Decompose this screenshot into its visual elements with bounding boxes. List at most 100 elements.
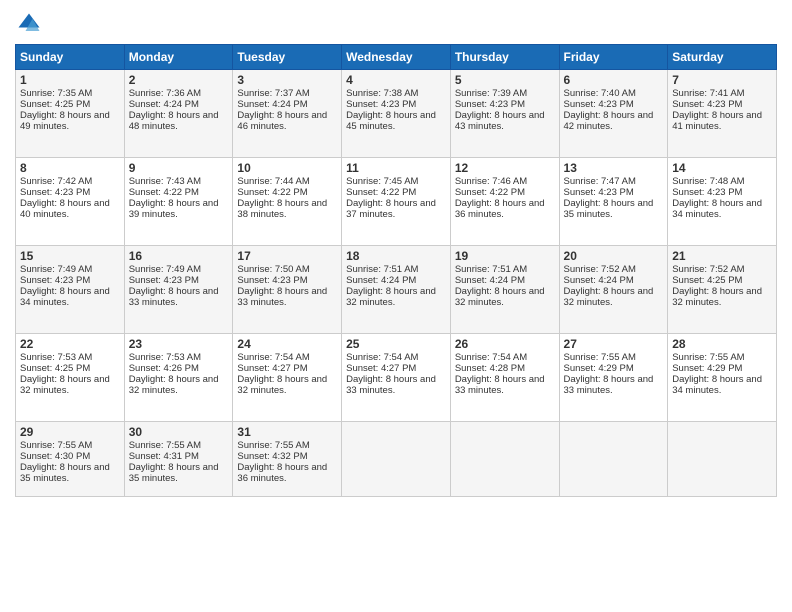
daylight-label: Daylight: 8 hours and 36 minutes. bbox=[237, 462, 327, 484]
sunset-label: Sunset: 4:24 PM bbox=[129, 99, 199, 110]
daylight-label: Daylight: 8 hours and 34 minutes. bbox=[672, 198, 762, 220]
header bbox=[15, 10, 777, 38]
sunrise-label: Sunrise: 7:37 AM bbox=[237, 88, 309, 99]
sunrise-label: Sunrise: 7:51 AM bbox=[455, 264, 527, 275]
sunset-label: Sunset: 4:27 PM bbox=[346, 363, 416, 374]
day-number: 7 bbox=[672, 73, 772, 87]
calendar-cell: 5Sunrise: 7:39 AMSunset: 4:23 PMDaylight… bbox=[450, 70, 559, 158]
day-number: 21 bbox=[672, 249, 772, 263]
calendar-table: SundayMondayTuesdayWednesdayThursdayFrid… bbox=[15, 44, 777, 497]
sunrise-label: Sunrise: 7:52 AM bbox=[672, 264, 744, 275]
sunrise-label: Sunrise: 7:47 AM bbox=[564, 176, 636, 187]
day-number: 29 bbox=[20, 425, 120, 439]
weekday-header: Monday bbox=[124, 45, 233, 70]
calendar-cell: 24Sunrise: 7:54 AMSunset: 4:27 PMDayligh… bbox=[233, 334, 342, 422]
day-number: 18 bbox=[346, 249, 446, 263]
calendar-cell: 4Sunrise: 7:38 AMSunset: 4:23 PMDaylight… bbox=[342, 70, 451, 158]
calendar-cell: 3Sunrise: 7:37 AMSunset: 4:24 PMDaylight… bbox=[233, 70, 342, 158]
calendar-cell: 7Sunrise: 7:41 AMSunset: 4:23 PMDaylight… bbox=[668, 70, 777, 158]
calendar-header-row: SundayMondayTuesdayWednesdayThursdayFrid… bbox=[16, 45, 777, 70]
daylight-label: Daylight: 8 hours and 32 minutes. bbox=[672, 286, 762, 308]
calendar-cell: 10Sunrise: 7:44 AMSunset: 4:22 PMDayligh… bbox=[233, 158, 342, 246]
day-number: 31 bbox=[237, 425, 337, 439]
sunset-label: Sunset: 4:25 PM bbox=[20, 363, 90, 374]
sunset-label: Sunset: 4:23 PM bbox=[20, 275, 90, 286]
daylight-label: Daylight: 8 hours and 33 minutes. bbox=[455, 374, 545, 396]
sunset-label: Sunset: 4:23 PM bbox=[237, 275, 307, 286]
day-number: 3 bbox=[237, 73, 337, 87]
sunset-label: Sunset: 4:23 PM bbox=[672, 99, 742, 110]
daylight-label: Daylight: 8 hours and 38 minutes. bbox=[237, 198, 327, 220]
sunrise-label: Sunrise: 7:55 AM bbox=[564, 352, 636, 363]
daylight-label: Daylight: 8 hours and 36 minutes. bbox=[455, 198, 545, 220]
sunrise-label: Sunrise: 7:51 AM bbox=[346, 264, 418, 275]
day-number: 1 bbox=[20, 73, 120, 87]
daylight-label: Daylight: 8 hours and 33 minutes. bbox=[237, 286, 327, 308]
daylight-label: Daylight: 8 hours and 42 minutes. bbox=[564, 110, 654, 132]
sunset-label: Sunset: 4:26 PM bbox=[129, 363, 199, 374]
daylight-label: Daylight: 8 hours and 32 minutes. bbox=[564, 286, 654, 308]
day-number: 4 bbox=[346, 73, 446, 87]
sunrise-label: Sunrise: 7:42 AM bbox=[20, 176, 92, 187]
sunset-label: Sunset: 4:23 PM bbox=[455, 99, 525, 110]
sunrise-label: Sunrise: 7:49 AM bbox=[129, 264, 201, 275]
calendar-cell: 22Sunrise: 7:53 AMSunset: 4:25 PMDayligh… bbox=[16, 334, 125, 422]
sunset-label: Sunset: 4:23 PM bbox=[129, 275, 199, 286]
sunrise-label: Sunrise: 7:44 AM bbox=[237, 176, 309, 187]
sunset-label: Sunset: 4:28 PM bbox=[455, 363, 525, 374]
sunrise-label: Sunrise: 7:52 AM bbox=[564, 264, 636, 275]
day-number: 27 bbox=[564, 337, 664, 351]
sunrise-label: Sunrise: 7:53 AM bbox=[129, 352, 201, 363]
sunrise-label: Sunrise: 7:53 AM bbox=[20, 352, 92, 363]
daylight-label: Daylight: 8 hours and 35 minutes. bbox=[20, 462, 110, 484]
calendar-cell: 14Sunrise: 7:48 AMSunset: 4:23 PMDayligh… bbox=[668, 158, 777, 246]
sunset-label: Sunset: 4:24 PM bbox=[455, 275, 525, 286]
calendar-week-row: 29Sunrise: 7:55 AMSunset: 4:30 PMDayligh… bbox=[16, 422, 777, 497]
sunset-label: Sunset: 4:27 PM bbox=[237, 363, 307, 374]
sunrise-label: Sunrise: 7:55 AM bbox=[237, 440, 309, 451]
sunset-label: Sunset: 4:22 PM bbox=[346, 187, 416, 198]
sunset-label: Sunset: 4:30 PM bbox=[20, 451, 90, 462]
sunrise-label: Sunrise: 7:55 AM bbox=[672, 352, 744, 363]
day-number: 6 bbox=[564, 73, 664, 87]
sunrise-label: Sunrise: 7:45 AM bbox=[346, 176, 418, 187]
calendar-cell: 31Sunrise: 7:55 AMSunset: 4:32 PMDayligh… bbox=[233, 422, 342, 497]
day-number: 12 bbox=[455, 161, 555, 175]
calendar-cell: 11Sunrise: 7:45 AMSunset: 4:22 PMDayligh… bbox=[342, 158, 451, 246]
daylight-label: Daylight: 8 hours and 32 minutes. bbox=[129, 374, 219, 396]
sunset-label: Sunset: 4:23 PM bbox=[346, 99, 416, 110]
weekday-header: Sunday bbox=[16, 45, 125, 70]
sunset-label: Sunset: 4:31 PM bbox=[129, 451, 199, 462]
sunset-label: Sunset: 4:23 PM bbox=[564, 99, 634, 110]
sunset-label: Sunset: 4:25 PM bbox=[20, 99, 90, 110]
calendar-cell: 27Sunrise: 7:55 AMSunset: 4:29 PMDayligh… bbox=[559, 334, 668, 422]
weekday-header: Thursday bbox=[450, 45, 559, 70]
sunset-label: Sunset: 4:22 PM bbox=[129, 187, 199, 198]
daylight-label: Daylight: 8 hours and 40 minutes. bbox=[20, 198, 110, 220]
calendar-cell: 8Sunrise: 7:42 AMSunset: 4:23 PMDaylight… bbox=[16, 158, 125, 246]
calendar-cell: 15Sunrise: 7:49 AMSunset: 4:23 PMDayligh… bbox=[16, 246, 125, 334]
daylight-label: Daylight: 8 hours and 48 minutes. bbox=[129, 110, 219, 132]
day-number: 13 bbox=[564, 161, 664, 175]
weekday-header: Friday bbox=[559, 45, 668, 70]
sunrise-label: Sunrise: 7:54 AM bbox=[455, 352, 527, 363]
daylight-label: Daylight: 8 hours and 34 minutes. bbox=[672, 374, 762, 396]
calendar-cell bbox=[559, 422, 668, 497]
day-number: 26 bbox=[455, 337, 555, 351]
day-number: 2 bbox=[129, 73, 229, 87]
daylight-label: Daylight: 8 hours and 32 minutes. bbox=[20, 374, 110, 396]
daylight-label: Daylight: 8 hours and 39 minutes. bbox=[129, 198, 219, 220]
daylight-label: Daylight: 8 hours and 32 minutes. bbox=[237, 374, 327, 396]
sunrise-label: Sunrise: 7:46 AM bbox=[455, 176, 527, 187]
sunrise-label: Sunrise: 7:38 AM bbox=[346, 88, 418, 99]
daylight-label: Daylight: 8 hours and 45 minutes. bbox=[346, 110, 436, 132]
calendar-cell: 12Sunrise: 7:46 AMSunset: 4:22 PMDayligh… bbox=[450, 158, 559, 246]
sunset-label: Sunset: 4:23 PM bbox=[20, 187, 90, 198]
sunset-label: Sunset: 4:22 PM bbox=[237, 187, 307, 198]
logo bbox=[15, 10, 47, 38]
calendar-week-row: 1Sunrise: 7:35 AMSunset: 4:25 PMDaylight… bbox=[16, 70, 777, 158]
sunset-label: Sunset: 4:24 PM bbox=[237, 99, 307, 110]
day-number: 24 bbox=[237, 337, 337, 351]
sunrise-label: Sunrise: 7:49 AM bbox=[20, 264, 92, 275]
daylight-label: Daylight: 8 hours and 33 minutes. bbox=[129, 286, 219, 308]
